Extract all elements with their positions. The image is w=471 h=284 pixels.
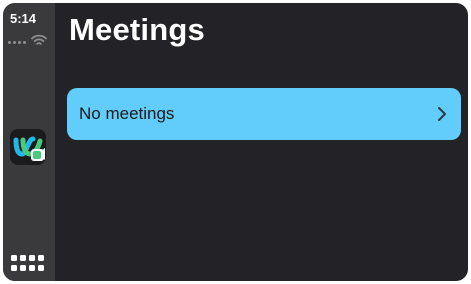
row-label: No meetings — [79, 104, 175, 123]
webex-logo-icon — [13, 136, 45, 161]
app-grid-icon[interactable] — [11, 255, 47, 275]
sidebar: 5:14 — [3, 3, 55, 281]
status-indicators — [8, 34, 48, 48]
carplay-screen: 5:14 Meetings No meetings — [3, 3, 468, 281]
no-meetings-row[interactable]: No meetings — [67, 88, 461, 140]
wifi-icon — [31, 34, 47, 45]
cellular-signal-icon — [8, 41, 30, 45]
chevron-right-icon — [438, 107, 446, 121]
status-time: 5:14 — [9, 11, 37, 26]
webex-app-icon[interactable] — [10, 129, 46, 165]
page-title: Meetings — [69, 12, 205, 47]
